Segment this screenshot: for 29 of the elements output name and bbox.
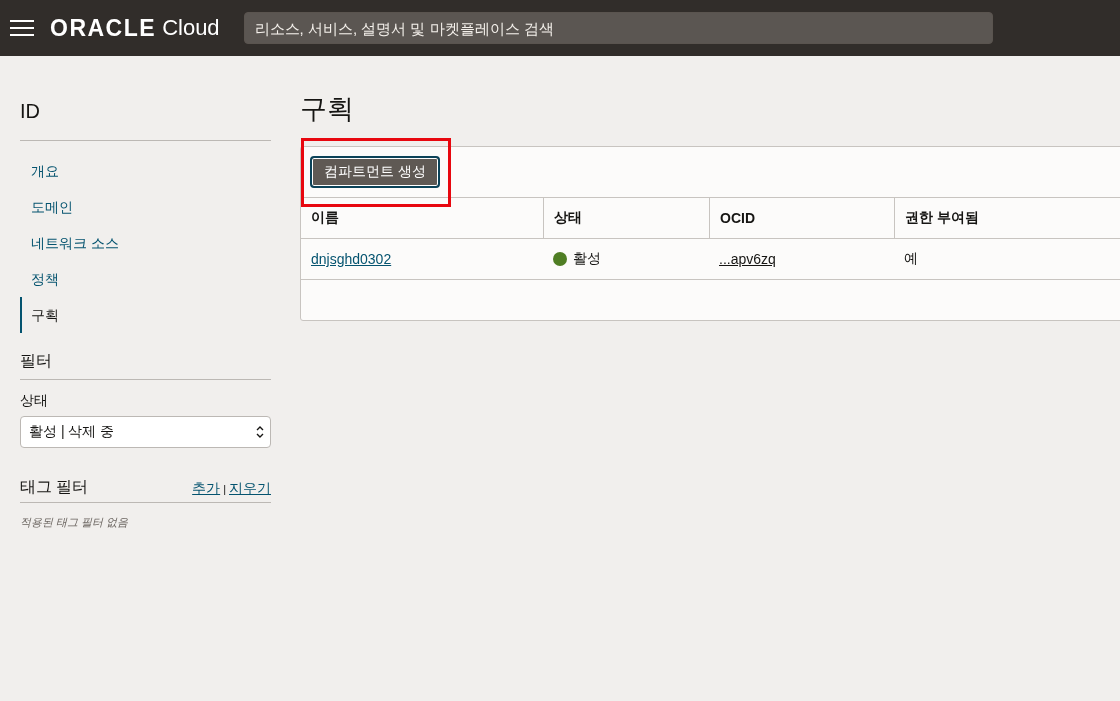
column-header: 이름 — [301, 197, 543, 238]
chevron-icon — [256, 425, 264, 439]
sidebar-item[interactable]: 도메인 — [20, 189, 271, 225]
create-compartment-button[interactable]: 컴파트먼트 생성 — [310, 156, 440, 188]
sidebar-title: ID — [20, 100, 41, 124]
column-header: OCID — [709, 197, 894, 238]
link-separator: | — [223, 483, 226, 495]
sidebar-item[interactable]: 구획 — [20, 297, 271, 333]
status-text: 활성 — [573, 250, 601, 268]
oracle-logo[interactable]: ORACLE — [50, 14, 157, 42]
logo-text: Cloud — [162, 15, 220, 41]
table-cell: 예 — [894, 238, 1120, 279]
column-header: 권한 부여됨 — [894, 197, 1120, 238]
sidebar-item[interactable]: 네트워크 소스 — [20, 225, 271, 261]
field-label: 상태 — [20, 392, 49, 410]
clear-link[interactable]: 지우기 — [229, 480, 271, 498]
ocid-link[interactable]: ...apv6zq — [719, 251, 776, 267]
compartment-link[interactable]: dnjsghd0302 — [311, 251, 392, 267]
filters-heading: 필터 — [20, 351, 53, 371]
page-title: 구획 — [300, 93, 355, 126]
empty-message: 적용된 태그 필터 없음 — [20, 515, 130, 530]
column-header: 상태 — [543, 197, 709, 238]
menu-icon[interactable] — [10, 20, 34, 36]
tag-filters-heading: 태그 필터 — [20, 477, 89, 497]
search-field[interactable]: 리소스, 서비스, 설명서 및 마켓플레이스 검색 — [243, 12, 993, 44]
add-link[interactable]: 추가 — [192, 480, 221, 498]
sidebar-item[interactable]: 개요 — [20, 153, 271, 189]
sidebar-item[interactable]: 정책 — [20, 261, 271, 297]
state-select[interactable]: 활성 | 삭제 중 — [20, 416, 271, 448]
